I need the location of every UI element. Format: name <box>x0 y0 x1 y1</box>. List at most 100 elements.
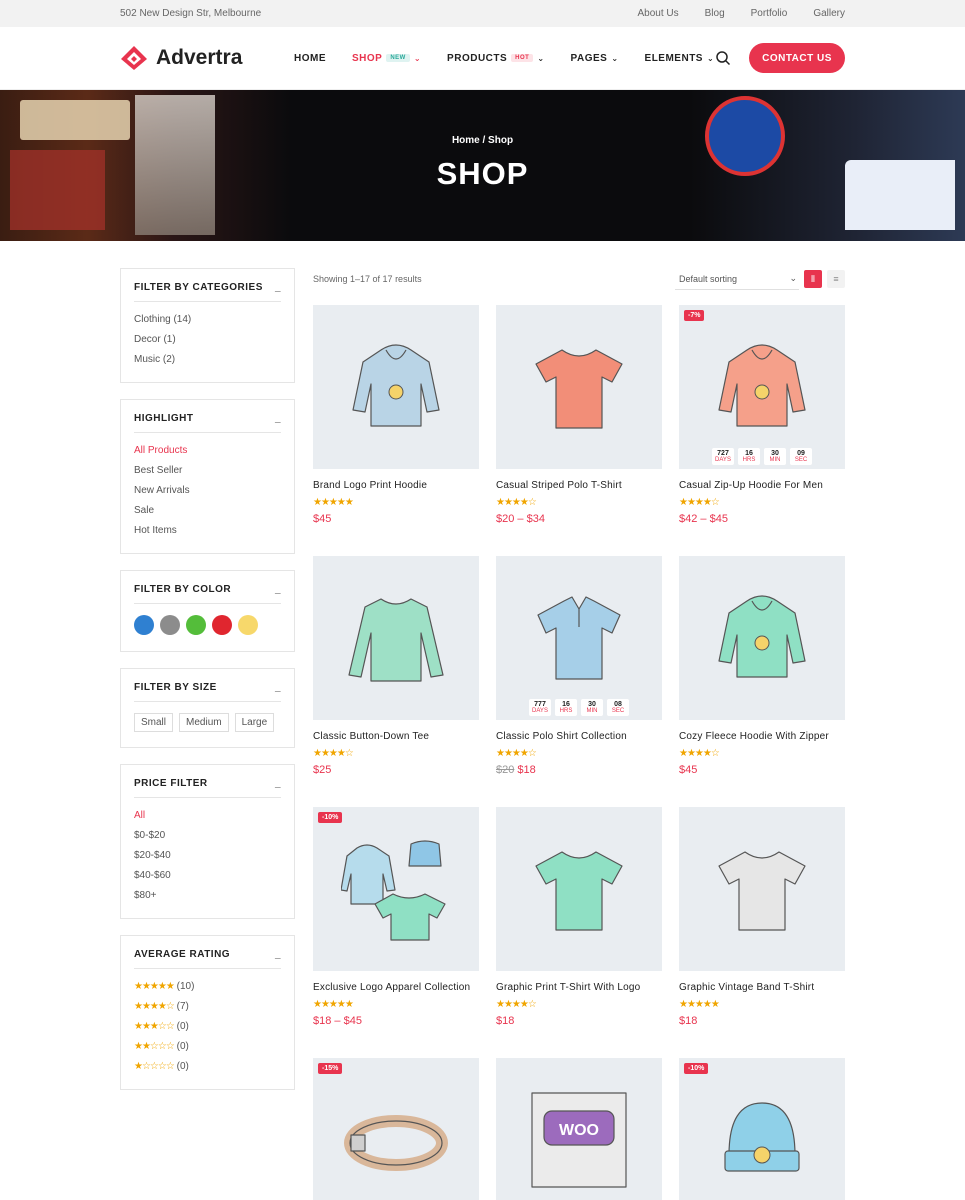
countdown-label: MIN <box>769 457 781 463</box>
nav-label: PRODUCTS <box>447 52 508 64</box>
collapse-icon[interactable]: _ <box>275 778 281 789</box>
rating-count: (0) <box>176 1021 189 1032</box>
product-name[interactable]: Casual Zip-Up Hoodie For Men <box>679 480 845 491</box>
product-card[interactable]: -10%776DAYS16HRS30MIN08SEC <box>679 1058 845 1200</box>
color-swatch[interactable] <box>238 615 258 635</box>
list-view-icon[interactable]: ≡ <box>827 270 845 288</box>
product-card[interactable]: -15%878DAYS16HRS30MIN08SEC <box>313 1058 479 1200</box>
rating-option[interactable]: ★☆☆☆☆ (0) <box>134 1057 281 1077</box>
widget-title[interactable]: PRICE FILTER _ <box>134 778 281 798</box>
product-card[interactable]: 777 DAYS 16 HRS 30 MIN 08 SEC Classic Polo Shirt… <box>496 556 662 776</box>
chevron-down-icon: ⌄ <box>537 53 545 63</box>
widget-title-text: FILTER BY COLOR <box>134 584 232 595</box>
countdown-label: MIN <box>586 708 598 714</box>
widget-title[interactable]: AVERAGE RATING _ <box>134 949 281 969</box>
rating-option[interactable]: ★★★★☆ (7) <box>134 997 281 1017</box>
breadcrumb[interactable]: Home / Shop <box>0 135 965 146</box>
price-option[interactable]: $0-$20 <box>134 826 281 846</box>
highlight-item[interactable]: Hot Items <box>134 521 281 541</box>
product-image[interactable] <box>313 305 479 469</box>
product-image[interactable] <box>313 556 479 720</box>
product-image[interactable]: -10% <box>313 807 479 971</box>
product-name[interactable]: Graphic Vintage Band T-Shirt <box>679 982 845 993</box>
product-card[interactable]: -10% Exclusive Logo Apparel Collection ★★★… <box>313 807 479 1027</box>
product-name[interactable]: Cozy Fleece Hoodie With Zipper <box>679 731 845 742</box>
category-item[interactable]: Decor (1) <box>134 330 281 350</box>
widget-title[interactable]: FILTER BY CATEGORIES _ <box>134 282 281 302</box>
category-filter: FILTER BY CATEGORIES _ Clothing (14) Deco… <box>120 268 295 383</box>
top-link-about[interactable]: About Us <box>637 8 678 19</box>
product-name[interactable]: Casual Striped Polo T-Shirt <box>496 480 662 491</box>
size-option[interactable]: Medium <box>179 713 229 732</box>
rating-option[interactable]: ★★★☆☆ (0) <box>134 1017 281 1037</box>
rating-option[interactable]: ★★☆☆☆ (0) <box>134 1037 281 1057</box>
size-option[interactable]: Large <box>234 713 275 732</box>
product-card[interactable]: Brand Logo Print Hoodie ★★★★★ $45 <box>313 305 479 525</box>
product-image[interactable]: -10%776DAYS16HRS30MIN08SEC <box>679 1058 845 1200</box>
top-link-gallery[interactable]: Gallery <box>813 8 845 19</box>
product-name[interactable]: Classic Polo Shirt Collection <box>496 731 662 742</box>
widget-title-text: HIGHLIGHT <box>134 413 194 424</box>
nav-home[interactable]: HOME <box>294 53 326 64</box>
category-item[interactable]: Music (2) <box>134 350 281 370</box>
collapse-icon[interactable]: _ <box>275 413 281 424</box>
product-name[interactable]: Classic Button-Down Tee <box>313 731 479 742</box>
product-card[interactable]: Casual Striped Polo T-Shirt ★★★★☆ $20 – $3… <box>496 305 662 525</box>
chevron-down-icon: ⌄ <box>706 53 715 63</box>
color-swatch[interactable] <box>212 615 232 635</box>
price-option[interactable]: All <box>134 806 281 826</box>
highlight-item[interactable]: Best Seller <box>134 461 281 481</box>
product-image[interactable] <box>679 556 845 720</box>
nav-products[interactable]: PRODUCTS HOT ⌄ <box>447 53 545 64</box>
highlight-item[interactable]: Sale <box>134 501 281 521</box>
top-link-blog[interactable]: Blog <box>705 8 725 19</box>
sort-select[interactable]: Default sorting ⌄ <box>675 268 799 290</box>
highlight-item[interactable]: New Arrivals <box>134 481 281 501</box>
color-swatch[interactable] <box>160 615 180 635</box>
product-card[interactable]: Cozy Fleece Hoodie With Zipper ★★★★☆ $45 <box>679 556 845 776</box>
product-name[interactable]: Exclusive Logo Apparel Collection <box>313 982 479 993</box>
collapse-icon[interactable]: _ <box>275 584 281 595</box>
product-image[interactable]: -15%878DAYS16HRS30MIN08SEC <box>313 1058 479 1200</box>
star-rating-icon: ★★★★★ <box>313 497 354 508</box>
product-name[interactable]: Brand Logo Print Hoodie <box>313 480 479 491</box>
widget-title[interactable]: FILTER BY COLOR _ <box>134 584 281 604</box>
product-image[interactable] <box>679 807 845 971</box>
product-price: $20 $18 <box>496 764 662 776</box>
widget-title[interactable]: HIGHLIGHT _ <box>134 413 281 433</box>
color-swatch[interactable] <box>134 615 154 635</box>
color-swatch[interactable] <box>186 615 206 635</box>
product-image[interactable]: WOO <box>496 1058 662 1200</box>
category-item[interactable]: Clothing (14) <box>134 310 281 330</box>
grid-view-icon[interactable]: ⦀ <box>804 270 822 288</box>
product-image[interactable]: 777 DAYS 16 HRS 30 MIN 08 SEC <box>496 556 662 720</box>
product-card[interactable]: Graphic Vintage Band T-Shirt ★★★★★ $18 <box>679 807 845 1027</box>
site-logo[interactable]: Advertra <box>120 45 290 71</box>
top-link-portfolio[interactable]: Portfolio <box>751 8 788 19</box>
product-image[interactable]: -7% 727 DAYS 16 HRS 30 MIN 09 SEC <box>679 305 845 469</box>
nav-pages[interactable]: PAGES ⌄ <box>571 53 619 64</box>
price-option[interactable]: $80+ <box>134 886 281 906</box>
product-image[interactable] <box>496 305 662 469</box>
product-card[interactable]: Classic Button-Down Tee ★★★★☆ $25 <box>313 556 479 776</box>
widget-title[interactable]: FILTER BY SIZE _ <box>134 682 281 702</box>
star-rating-icon: ★★★★★ <box>313 999 354 1010</box>
highlight-item[interactable]: All Products <box>134 441 281 461</box>
size-option[interactable]: Small <box>134 713 174 732</box>
product-card[interactable]: Graphic Print T-Shirt With Logo ★★★★☆ $18 <box>496 807 662 1027</box>
product-name[interactable]: Graphic Print T-Shirt With Logo <box>496 982 662 993</box>
collapse-icon[interactable]: _ <box>275 949 281 960</box>
rating-option[interactable]: ★★★★★ (10) <box>134 977 281 997</box>
product-card[interactable]: WOO <box>496 1058 662 1200</box>
price-option[interactable]: $20-$40 <box>134 846 281 866</box>
price-option[interactable]: $40-$60 <box>134 866 281 886</box>
collapse-icon[interactable]: _ <box>275 282 281 293</box>
nav-elements[interactable]: ELEMENTS ⌄ <box>645 53 715 64</box>
nav-shop[interactable]: SHOP NEW ⌄ <box>352 53 421 64</box>
product-card[interactable]: -7% 727 DAYS 16 HRS 30 MIN 09 SEC Casual Zip-Up H… <box>679 305 845 525</box>
product-image[interactable] <box>496 807 662 971</box>
rating-count: (7) <box>176 1001 189 1012</box>
collapse-icon[interactable]: _ <box>275 682 281 693</box>
contact-us-button[interactable]: CONTACT US <box>749 43 845 73</box>
search-icon[interactable] <box>715 50 731 66</box>
